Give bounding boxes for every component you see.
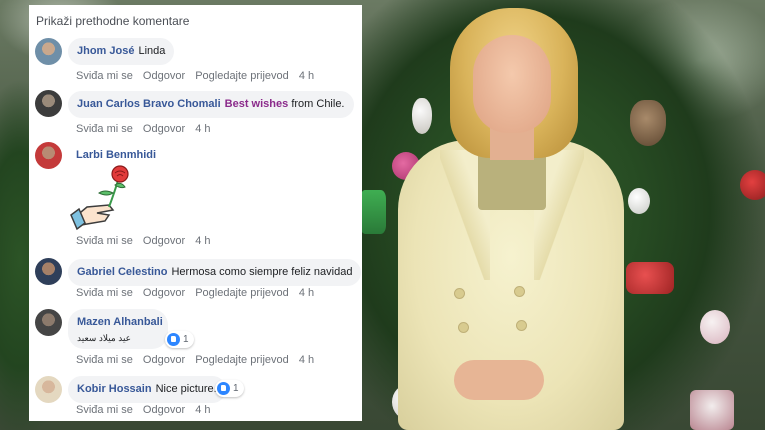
see-translation-link[interactable]: Pogledajte prijevod bbox=[195, 70, 289, 82]
comment-highlight-text: Best wishes bbox=[224, 98, 289, 110]
reply-link[interactable]: Odgovor bbox=[143, 287, 185, 299]
ornament bbox=[360, 190, 386, 234]
ornament bbox=[412, 98, 432, 134]
avatar[interactable] bbox=[35, 38, 62, 65]
comment-actions: Sviđa mi se Odgovor 4 h bbox=[76, 123, 217, 135]
like-count: 1 bbox=[183, 334, 189, 345]
comment-bubble: Kobir Hossain Nice picture. bbox=[68, 376, 226, 403]
comment-actions: Sviđa mi se Odgovor Pogledajte prijevod … bbox=[76, 70, 321, 82]
ornament bbox=[700, 310, 730, 344]
show-previous-comments-link[interactable]: Prikaži prethodne komentare bbox=[36, 14, 189, 28]
comment-text: Nice picture. bbox=[155, 383, 217, 395]
see-translation-link[interactable]: Pogledajte prijevod bbox=[195, 287, 289, 299]
see-translation-link[interactable]: Pogledajte prijevod bbox=[195, 354, 289, 366]
comment-time[interactable]: 4 h bbox=[195, 123, 210, 135]
comment-author[interactable]: Mazen Alhanbali bbox=[77, 316, 163, 329]
like-count-badge[interactable]: 1 bbox=[165, 331, 194, 348]
comment-actions: Sviđa mi se Odgovor 4 h bbox=[76, 235, 217, 247]
ornament bbox=[630, 100, 666, 146]
like-link[interactable]: Sviđa mi se bbox=[76, 404, 133, 416]
avatar[interactable] bbox=[35, 90, 62, 117]
comment-author[interactable]: Jhom José bbox=[77, 45, 134, 57]
ornament bbox=[628, 188, 650, 214]
comments-panel: Prikaži prethodne komentare Jhom José Lin… bbox=[29, 5, 362, 421]
comment-bubble: Mazen Alhanbali عيد ميلاد سعيد bbox=[68, 309, 168, 349]
comment-text: from Chile. bbox=[291, 98, 345, 110]
ornament bbox=[740, 170, 765, 200]
reply-link[interactable]: Odgovor bbox=[143, 70, 185, 82]
comment-time[interactable]: 4 h bbox=[299, 70, 314, 82]
comment-time[interactable]: 4 h bbox=[299, 354, 314, 366]
like-link[interactable]: Sviđa mi se bbox=[76, 235, 133, 247]
like-icon bbox=[217, 382, 230, 395]
comment-time[interactable]: 4 h bbox=[195, 404, 210, 416]
avatar[interactable] bbox=[35, 142, 62, 169]
like-link[interactable]: Sviđa mi se bbox=[76, 354, 133, 366]
suit-button bbox=[514, 286, 525, 297]
comment-actions: Sviđa mi se Odgovor 4 h bbox=[76, 404, 217, 416]
comment-time[interactable]: 4 h bbox=[299, 287, 314, 299]
like-count-badge[interactable]: 1 bbox=[215, 380, 244, 397]
like-link[interactable]: Sviđa mi se bbox=[76, 123, 133, 135]
reply-link[interactable]: Odgovor bbox=[143, 123, 185, 135]
comment-text: Linda bbox=[138, 45, 166, 57]
comment-actions: Sviđa mi se Odgovor Pogledajte prijevod … bbox=[76, 287, 321, 299]
like-link[interactable]: Sviđa mi se bbox=[76, 287, 133, 299]
suit-button bbox=[516, 320, 527, 331]
ornament bbox=[690, 390, 734, 430]
reply-link[interactable]: Odgovor bbox=[143, 404, 185, 416]
like-icon bbox=[167, 333, 180, 346]
comment-time[interactable]: 4 h bbox=[195, 235, 210, 247]
reply-link[interactable]: Odgovor bbox=[143, 354, 185, 366]
comment-author[interactable]: Gabriel Celestino bbox=[77, 266, 167, 278]
comment-actions: Sviđa mi se Odgovor Pogledajte prijevod … bbox=[76, 354, 321, 366]
avatar[interactable] bbox=[35, 376, 62, 403]
comment-bubble: Juan Carlos Bravo Chomali Best wishes fro… bbox=[68, 91, 354, 118]
like-link[interactable]: Sviđa mi se bbox=[76, 70, 133, 82]
comment-bubble: Gabriel Celestino Hermosa como siempre fe… bbox=[68, 259, 362, 286]
flower-hand-sticker bbox=[70, 165, 129, 231]
comment-text: عيد ميلاد سعيد bbox=[77, 333, 132, 343]
comment-author[interactable]: Larbi Benmhidi bbox=[76, 149, 156, 161]
hands bbox=[454, 360, 544, 400]
comment-bubble: Jhom José Linda bbox=[68, 38, 175, 65]
comment-author[interactable]: Kobir Hossain bbox=[77, 383, 152, 395]
avatar[interactable] bbox=[35, 258, 62, 285]
ornament bbox=[626, 262, 674, 294]
like-count: 1 bbox=[233, 383, 239, 394]
comment-author[interactable]: Juan Carlos Bravo Chomali bbox=[77, 98, 221, 110]
comment-text: Hermosa como siempre feliz navidad bbox=[171, 266, 353, 278]
woman-face bbox=[473, 35, 551, 133]
suit-button bbox=[458, 322, 469, 333]
avatar[interactable] bbox=[35, 309, 62, 336]
suit-button bbox=[454, 288, 465, 299]
reply-link[interactable]: Odgovor bbox=[143, 235, 185, 247]
